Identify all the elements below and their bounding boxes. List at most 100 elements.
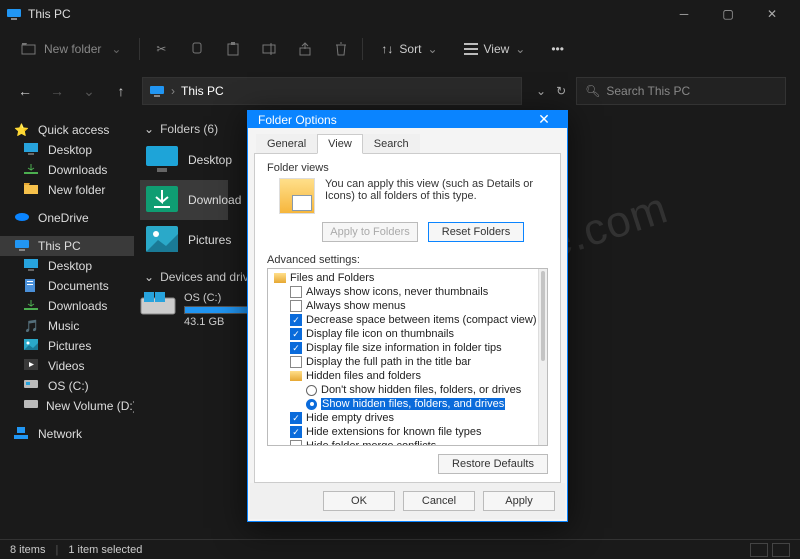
videos-icon	[24, 359, 40, 373]
folder-tile-pictures[interactable]: Pictures	[140, 220, 228, 260]
desktop-icon	[24, 259, 40, 273]
opt-always-menus[interactable]: Always show menus	[268, 299, 538, 313]
sort-button[interactable]: ↑↓ Sort ⌄	[375, 38, 443, 60]
navigation-pane: ⭐Quick access Desktop Downloads New fold…	[0, 112, 134, 539]
downloads-icon	[144, 184, 180, 216]
restore-defaults-button[interactable]: Restore Defaults	[438, 454, 548, 474]
share-icon[interactable]	[296, 40, 314, 58]
dropdown-chevron-icon[interactable]: ⌄	[536, 84, 546, 98]
view-button[interactable]: View ⌄	[458, 38, 532, 60]
status-selected-count: 1 item selected	[68, 544, 142, 556]
sidebar-videos[interactable]: Videos	[0, 356, 134, 376]
folder-tile-downloads[interactable]: Download	[140, 180, 228, 220]
sidebar-music[interactable]: 🎵Music	[0, 316, 134, 336]
opt-display-full-path[interactable]: Display the full path in the title bar	[268, 355, 538, 369]
advanced-settings-tree[interactable]: Files and Folders Always show icons, nev…	[267, 268, 548, 446]
folder-icon	[290, 371, 302, 381]
folder-tile-desktop[interactable]: Desktop	[140, 140, 228, 180]
opt-display-file-icon[interactable]: ✓Display file icon on thumbnails	[268, 327, 538, 341]
music-icon: 🎵	[24, 319, 40, 333]
star-icon: ⭐	[14, 123, 30, 137]
opt-hide-ext[interactable]: ✓Hide extensions for known file types	[268, 425, 538, 439]
folder-views-label: Folder views	[267, 162, 548, 174]
sidebar-this-pc[interactable]: This PC	[0, 236, 134, 256]
dialog-titlebar[interactable]: Folder Options ✕	[248, 111, 567, 128]
sort-icon: ↑↓	[381, 42, 393, 56]
folder-icon	[274, 273, 286, 283]
opt-decrease-space[interactable]: ✓Decrease space between items (compact v…	[268, 313, 538, 327]
maximize-button[interactable]: ▢	[706, 0, 750, 28]
pictures-icon	[144, 224, 180, 256]
this-pc-icon	[6, 7, 22, 21]
folder-views-text: You can apply this view (such as Details…	[325, 178, 548, 214]
back-button[interactable]: ←	[14, 83, 36, 99]
sidebar-desktop[interactable]: Desktop	[0, 140, 134, 160]
desktop-icon	[144, 144, 180, 176]
search-placeholder: Search This PC	[606, 84, 690, 98]
this-pc-icon	[149, 85, 165, 97]
breadcrumb[interactable]: › This PC	[142, 77, 522, 105]
opt-hide-empty[interactable]: ✓Hide empty drives	[268, 411, 538, 425]
sidebar-quick-access[interactable]: ⭐Quick access	[0, 120, 134, 140]
opt-always-icons[interactable]: Always show icons, never thumbnails	[268, 285, 538, 299]
breadcrumb-segment[interactable]: This PC	[181, 84, 224, 98]
tab-view[interactable]: View	[317, 134, 363, 154]
window-titlebar: This PC ─ ▢ ✕	[0, 0, 800, 28]
folder-icon	[24, 183, 40, 197]
drive-icon	[140, 292, 176, 320]
sidebar-documents[interactable]: Documents	[0, 276, 134, 296]
dialog-close-button[interactable]: ✕	[531, 111, 557, 128]
sidebar-network[interactable]: Network	[0, 424, 134, 444]
paste-icon[interactable]	[224, 40, 242, 58]
recent-button[interactable]: ⌄	[78, 83, 100, 100]
folder-views-icon	[279, 178, 315, 214]
new-folder-icon	[20, 40, 38, 58]
dialog-tabs: General View Search	[250, 130, 565, 154]
cancel-button[interactable]: Cancel	[403, 491, 475, 511]
opt-hide-merge[interactable]: Hide folder merge conflicts	[268, 439, 538, 446]
sidebar-os-c[interactable]: OS (C:)	[0, 376, 134, 396]
opt-dont-show-hidden[interactable]: Don't show hidden files, folders, or dri…	[268, 383, 538, 397]
details-view-toggle[interactable]	[750, 543, 768, 557]
rename-icon[interactable]	[260, 40, 278, 58]
drive-icon	[24, 379, 40, 393]
status-item-count: 8 items	[10, 544, 45, 556]
view-label: View	[484, 42, 510, 56]
search-icon: 🔍︎	[585, 84, 600, 98]
address-bar-row: ← → ⌄ ↑ › This PC ⌄ ↻ 🔍︎ Search This PC	[0, 70, 800, 112]
tab-general[interactable]: General	[256, 134, 317, 154]
new-folder-button[interactable]: New folder ⌄	[14, 36, 127, 62]
thumbnails-view-toggle[interactable]	[772, 543, 790, 557]
cut-icon[interactable]: ✂	[152, 40, 170, 58]
sidebar-desktop2[interactable]: Desktop	[0, 256, 134, 276]
onedrive-icon	[14, 211, 30, 225]
reset-folders-button[interactable]: Reset Folders	[428, 222, 524, 242]
sidebar-new-volume[interactable]: New Volume (D:)	[0, 396, 134, 416]
opt-display-file-size[interactable]: ✓Display file size information in folder…	[268, 341, 538, 355]
this-pc-icon	[14, 239, 30, 253]
network-icon	[14, 427, 30, 441]
up-button[interactable]: ↑	[110, 83, 132, 99]
close-button[interactable]: ✕	[750, 0, 794, 28]
sidebar-new-folder[interactable]: New folder	[0, 180, 134, 200]
minimize-button[interactable]: ─	[662, 0, 706, 28]
tab-search[interactable]: Search	[363, 134, 420, 154]
copy-icon[interactable]	[188, 40, 206, 58]
sidebar-downloads[interactable]: Downloads	[0, 160, 134, 180]
ok-button[interactable]: OK	[323, 491, 395, 511]
scrollbar[interactable]	[538, 269, 547, 445]
command-toolbar: New folder ⌄ ✂ ↑↓ Sort ⌄ View ⌄ •••	[0, 28, 800, 70]
sidebar-downloads2[interactable]: Downloads	[0, 296, 134, 316]
refresh-icon[interactable]: ↻	[556, 84, 566, 98]
sidebar-onedrive[interactable]: OneDrive	[0, 208, 134, 228]
opt-show-hidden[interactable]: Show hidden files, folders, and drives	[268, 397, 538, 411]
search-input[interactable]: 🔍︎ Search This PC	[576, 77, 786, 105]
more-button[interactable]: •••	[545, 38, 570, 60]
forward-button[interactable]: →	[46, 83, 68, 99]
pictures-icon	[24, 339, 40, 353]
sidebar-pictures[interactable]: Pictures	[0, 336, 134, 356]
window-title: This PC	[28, 7, 71, 21]
tab-view-pane: Folder views You can apply this view (su…	[254, 153, 561, 483]
delete-icon[interactable]	[332, 40, 350, 58]
apply-button[interactable]: Apply	[483, 491, 555, 511]
